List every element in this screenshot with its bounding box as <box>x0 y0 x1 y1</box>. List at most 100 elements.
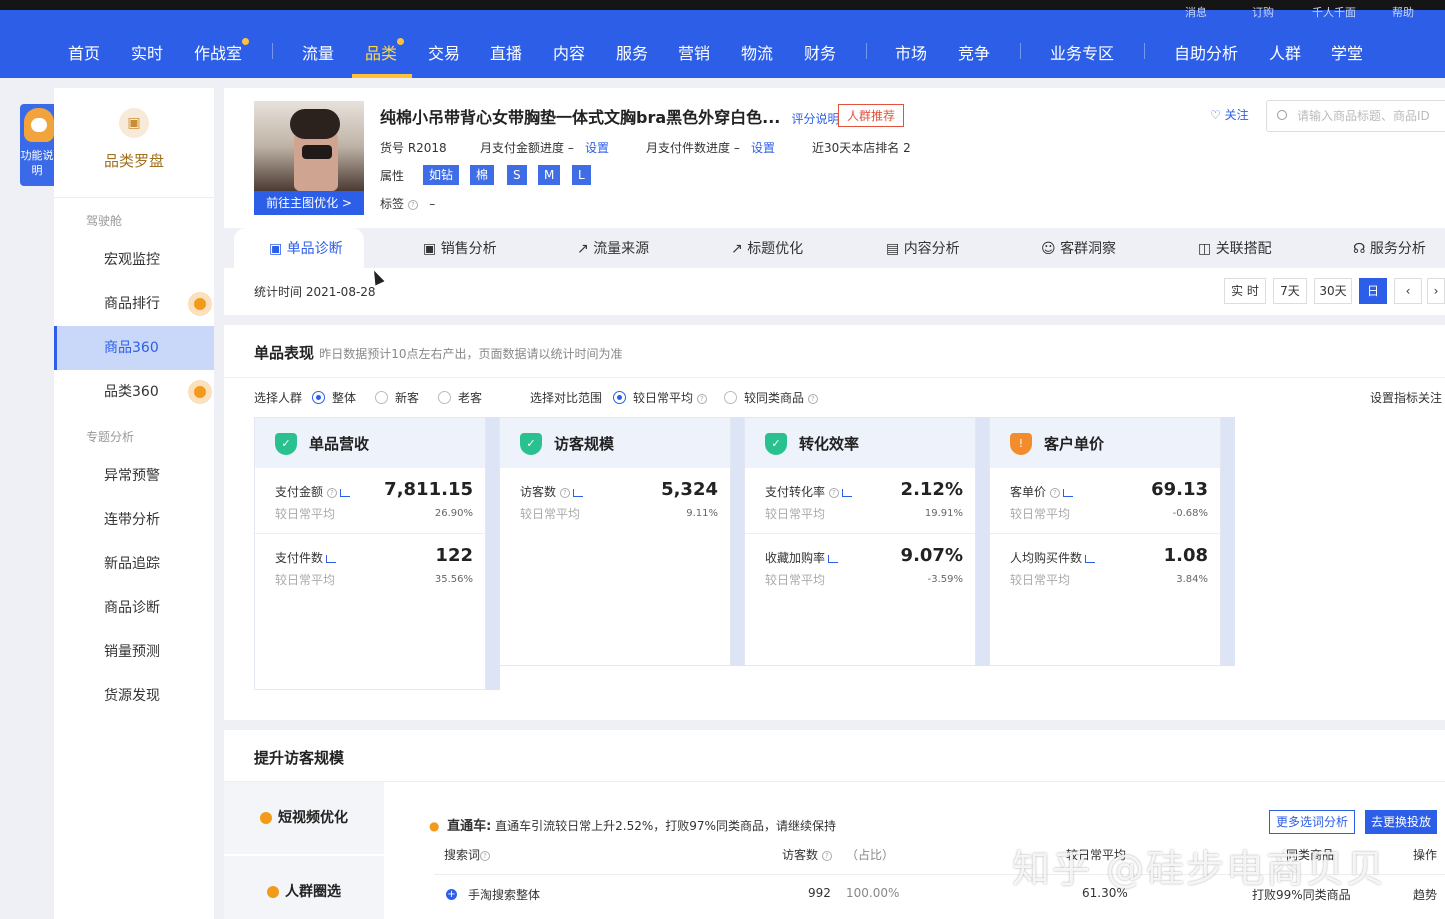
metric-row[interactable]: 人均购买件数 较日常平均 1.08 3.84% <box>990 534 1220 600</box>
nav-warroom[interactable]: 作战室 <box>194 38 250 64</box>
help-icon[interactable]: ? <box>696 393 707 404</box>
sidebar-item-sourcing[interactable]: 货源发现 <box>54 674 214 718</box>
trend-chart-icon[interactable] <box>572 488 583 497</box>
trend-chart-icon[interactable] <box>828 554 839 563</box>
metric-row[interactable]: 支付转化率 ? 较日常平均 2.12% 19.91% <box>745 468 975 534</box>
trend-chart-icon[interactable] <box>841 488 852 497</box>
help-icon[interactable]: ? <box>559 487 570 498</box>
compare-radio-peer[interactable] <box>724 391 737 404</box>
trend-chart-icon[interactable] <box>339 488 350 497</box>
nav-content[interactable]: 内容 <box>553 40 585 64</box>
compare-radio-daily[interactable] <box>613 391 626 404</box>
crowd-radio-new[interactable] <box>375 391 388 404</box>
follow-button[interactable]: ♡ 关注 <box>1210 106 1249 123</box>
sidebar-item-product-rank[interactable]: 商品排行 <box>54 282 214 326</box>
crowd-select-option[interactable]: 人群圈选 <box>224 856 384 919</box>
nav-finance[interactable]: 财务 <box>804 40 836 64</box>
metric-row[interactable]: 支付件数 较日常平均 122 35.56% <box>255 534 485 600</box>
nav-market[interactable]: 市场 <box>895 40 927 64</box>
nav-academy[interactable]: 学堂 <box>1331 40 1363 64</box>
range-realtime-button[interactable]: 实 时 <box>1224 278 1266 304</box>
compare-option-daily[interactable]: 较日常平均 ? <box>633 389 707 406</box>
range-7d-button[interactable]: 7天 <box>1273 278 1307 304</box>
nav-remnant-messages[interactable]: 消息 <box>1185 4 1207 19</box>
nav-remnant-help[interactable]: 帮助 <box>1392 4 1414 19</box>
nav-self-analysis[interactable]: 自助分析 <box>1174 40 1238 64</box>
help-icon[interactable]: ? <box>807 393 818 404</box>
trend-chart-icon[interactable] <box>1062 488 1073 497</box>
nav-logistics[interactable]: 物流 <box>741 40 773 64</box>
sidebar-item-bundle[interactable]: 连带分析 <box>54 498 214 542</box>
tab-title-optimize[interactable]: ↗ 标题优化 <box>731 238 803 258</box>
sidebar-item-diagnosis[interactable]: 商品诊断 <box>54 586 214 630</box>
more-keyword-analysis-button[interactable]: 更多选词分析 <box>1269 810 1356 834</box>
nav-business-zone[interactable]: 业务专区 <box>1050 40 1114 64</box>
tab-traffic-source[interactable]: ↗ 流量来源 <box>577 238 649 258</box>
expand-row-icon[interactable]: + <box>446 886 457 900</box>
metric-row[interactable]: 访客数 ? 较日常平均 5,324 9.11% <box>500 468 730 534</box>
tab-sales-analysis[interactable]: ▣ 销售分析 <box>423 238 497 258</box>
product-thumbnail[interactable] <box>254 101 364 191</box>
tab-content-analysis[interactable]: ▤ 内容分析 <box>886 238 960 258</box>
next-date-button[interactable]: › <box>1427 278 1445 304</box>
nav-service[interactable]: 服务 <box>616 40 648 64</box>
store-rank: 近30天本店排名 2 <box>812 141 911 155</box>
nav-remnant-personal[interactable]: 千人千面 <box>1312 4 1356 19</box>
metric-row[interactable]: 客单价 ? 较日常平均 69.13 -0.68% <box>990 468 1220 534</box>
rating-explain-link[interactable]: 评分说明 <box>792 112 840 126</box>
row-visitors: 992 <box>808 886 831 900</box>
range-day-button[interactable]: 日 <box>1359 278 1387 304</box>
help-icon[interactable]: ? <box>828 487 839 498</box>
search-input[interactable]: 请输入商品标题、商品ID <box>1266 100 1445 132</box>
sidebar-item-macro-monitor[interactable]: 宏观监控 <box>54 238 214 282</box>
crowd-recommend-tag[interactable]: 人群推荐 <box>838 104 905 127</box>
help-icon[interactable]: ? <box>326 487 337 498</box>
set-metric-focus-link[interactable]: 设置指标关注 <box>1370 389 1442 406</box>
help-icon[interactable]: ? <box>407 199 418 210</box>
crowd-option-old[interactable]: 老客 <box>458 389 482 406</box>
nav-traffic[interactable]: 流量 <box>302 40 334 64</box>
range-30d-button[interactable]: 30天 <box>1314 278 1352 304</box>
nav-remnant-orders[interactable]: 订购 <box>1252 4 1274 19</box>
nav-home[interactable]: 首页 <box>68 40 100 64</box>
crowd-radio-old[interactable] <box>438 391 451 404</box>
tab-related-match[interactable]: ◫ 关联搭配 <box>1198 238 1272 258</box>
sidebar-item-anomaly[interactable]: 异常预警 <box>54 454 214 498</box>
sidebar-item-product360[interactable]: 商品360 <box>54 326 214 370</box>
attr-label: 属性 <box>380 169 405 183</box>
help-icon[interactable]: ? <box>821 850 832 861</box>
sidebar-item-category360[interactable]: 品类360 <box>54 370 214 414</box>
help-icon[interactable]: ? <box>480 850 491 861</box>
help-icon[interactable]: ? <box>1049 487 1060 498</box>
metric-row[interactable]: 收藏加购率 较日常平均 9.07% -3.59% <box>745 534 975 600</box>
nav-crowd[interactable]: 人群 <box>1269 40 1301 64</box>
tab-single-diagnosis[interactable]: ▣ 单品诊断 <box>269 238 343 258</box>
compare-option-peer[interactable]: 较同类商品 ? <box>744 389 818 406</box>
feature-help-button[interactable]: 功能说明 <box>20 104 54 186</box>
sidebar-item-new-tracking[interactable]: 新品追踪 <box>54 542 214 586</box>
nav-live[interactable]: 直播 <box>490 40 522 64</box>
main-image-optimize-button[interactable]: 前往主图优化 > <box>254 191 364 215</box>
set-count-link[interactable]: 设置 <box>751 139 775 156</box>
prev-date-button[interactable]: ‹ <box>1394 278 1422 304</box>
row-trend-link[interactable]: 趋势 <box>1413 886 1437 903</box>
set-amount-link[interactable]: 设置 <box>585 139 609 156</box>
nav-realtime[interactable]: 实时 <box>131 40 163 64</box>
crowd-radio-all[interactable] <box>312 391 325 404</box>
short-video-optimize-option[interactable]: 短视频优化 <box>224 782 384 854</box>
nav-marketing[interactable]: 营销 <box>678 40 710 64</box>
crowd-option-all[interactable]: 整体 <box>332 389 356 406</box>
nav-competition[interactable]: 竞争 <box>958 40 990 64</box>
nav-category[interactable]: 品类 <box>365 38 405 64</box>
change-placement-button[interactable]: 去更换投放 <box>1365 810 1438 834</box>
nav-trade[interactable]: 交易 <box>428 40 460 64</box>
trend-chart-icon[interactable] <box>1085 554 1096 563</box>
crowd-option-new[interactable]: 新客 <box>395 389 419 406</box>
tab-label: 关联搭配 <box>1215 241 1272 257</box>
tab-label: 服务分析 <box>1369 241 1426 257</box>
sidebar-item-forecast[interactable]: 销量预测 <box>54 630 214 674</box>
tab-service-analysis[interactable]: ☊ 服务分析 <box>1353 238 1426 258</box>
trend-chart-icon[interactable] <box>326 554 337 563</box>
tab-customer-insight[interactable]: ☺ 客群洞察 <box>1041 238 1116 258</box>
metric-row[interactable]: 支付金额 ? 较日常平均 7,811.15 26.90% <box>255 468 485 534</box>
